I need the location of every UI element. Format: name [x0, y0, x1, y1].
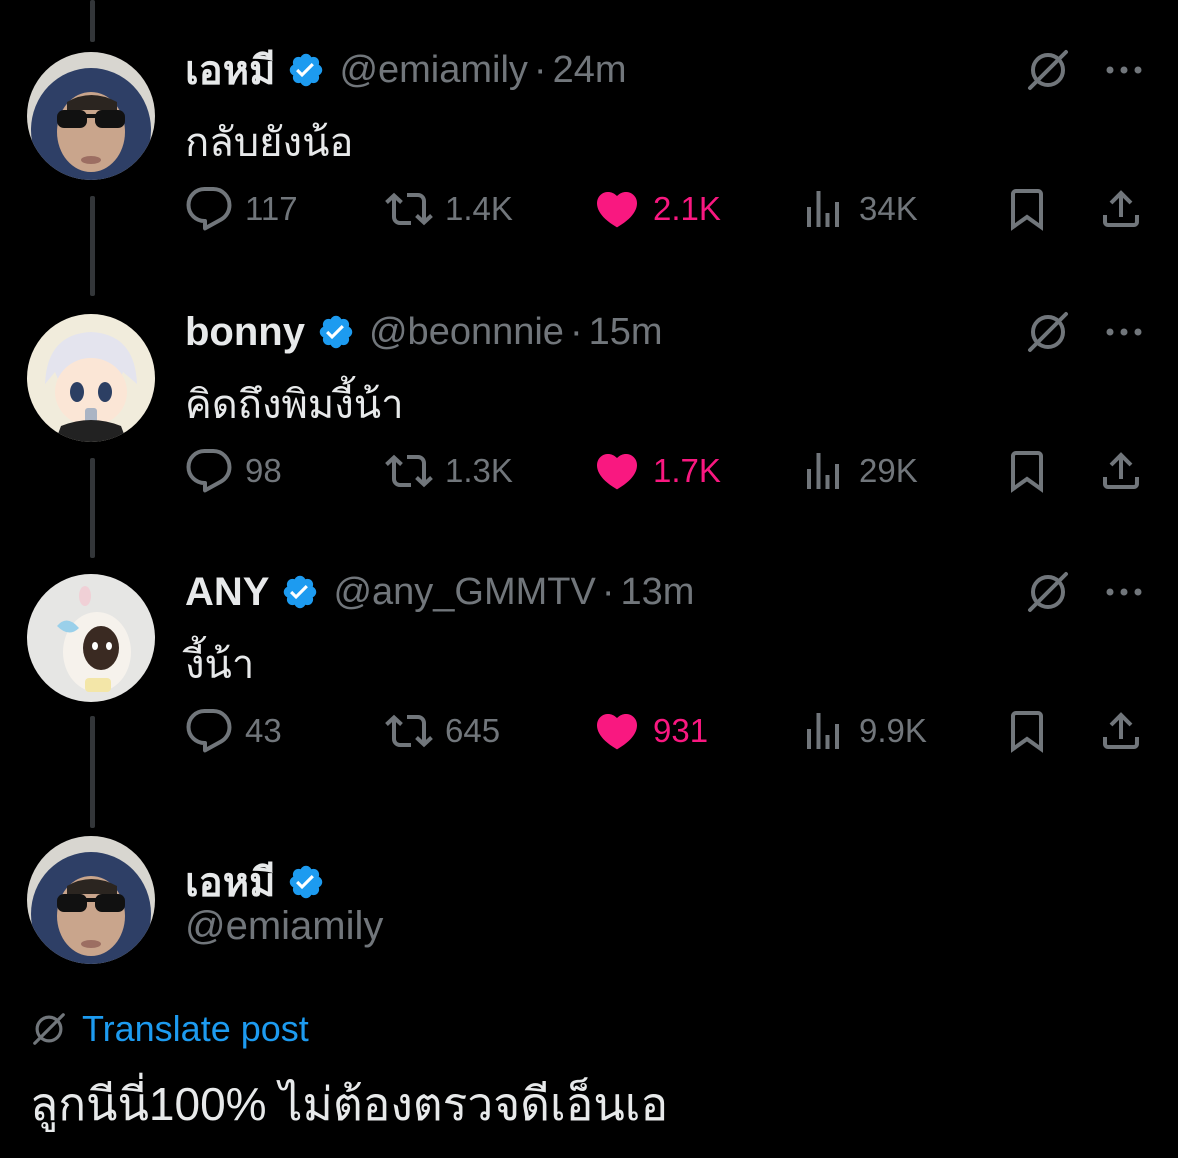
bookmark-icon — [1011, 711, 1043, 753]
retweet-button[interactable]: 645 — [385, 706, 500, 756]
reply-count: 43 — [245, 712, 282, 749]
main-tweet-text: ลูกนีนี่100% ไม่ต้องตรวจดีเอ็นเอ — [30, 1078, 669, 1130]
timestamp[interactable]: 13m — [621, 571, 695, 614]
heart-icon — [596, 714, 638, 750]
avatar[interactable] — [27, 574, 155, 702]
plush-toy-avatar — [27, 574, 155, 702]
retweet-icon — [385, 714, 433, 748]
views-icon — [807, 713, 839, 749]
display-name[interactable]: ANY — [185, 570, 269, 615]
like-button[interactable]: 931 — [593, 706, 708, 756]
more-icon[interactable] — [1100, 582, 1148, 602]
reply-icon — [186, 709, 232, 753]
separator-dot: · — [601, 570, 615, 613]
share-button[interactable] — [1097, 706, 1145, 756]
sunglasses-hoodie-avatar — [27, 836, 155, 964]
tweet-text: งี้น้า — [185, 643, 255, 687]
handle[interactable]: @emiamily — [185, 904, 383, 949]
grok-icon — [33, 1013, 65, 1045]
view-count: 9.9K — [859, 712, 927, 749]
reply-button[interactable]: 43 — [185, 706, 282, 756]
like-count: 931 — [653, 712, 709, 749]
retweet-count: 645 — [445, 712, 501, 749]
bookmark-button[interactable] — [1003, 706, 1051, 756]
verified-badge-icon — [284, 575, 317, 609]
verified-badge-icon — [290, 865, 323, 899]
views-button[interactable]: 9.9K — [799, 706, 927, 756]
tweet[interactable]: ANY @any_GMMTV · 13m งี้น้า 43 645 931 9… — [0, 0, 1178, 800]
translate-label: Translate post — [82, 1008, 309, 1049]
translate-post-link[interactable]: Translate post — [30, 1008, 309, 1050]
share-icon — [1103, 712, 1139, 749]
avatar[interactable] — [27, 836, 155, 964]
grok-icon[interactable] — [1024, 568, 1072, 616]
handle[interactable]: @any_GMMTV — [333, 571, 595, 614]
action-bar: 43 645 931 9.9K — [185, 706, 1145, 756]
